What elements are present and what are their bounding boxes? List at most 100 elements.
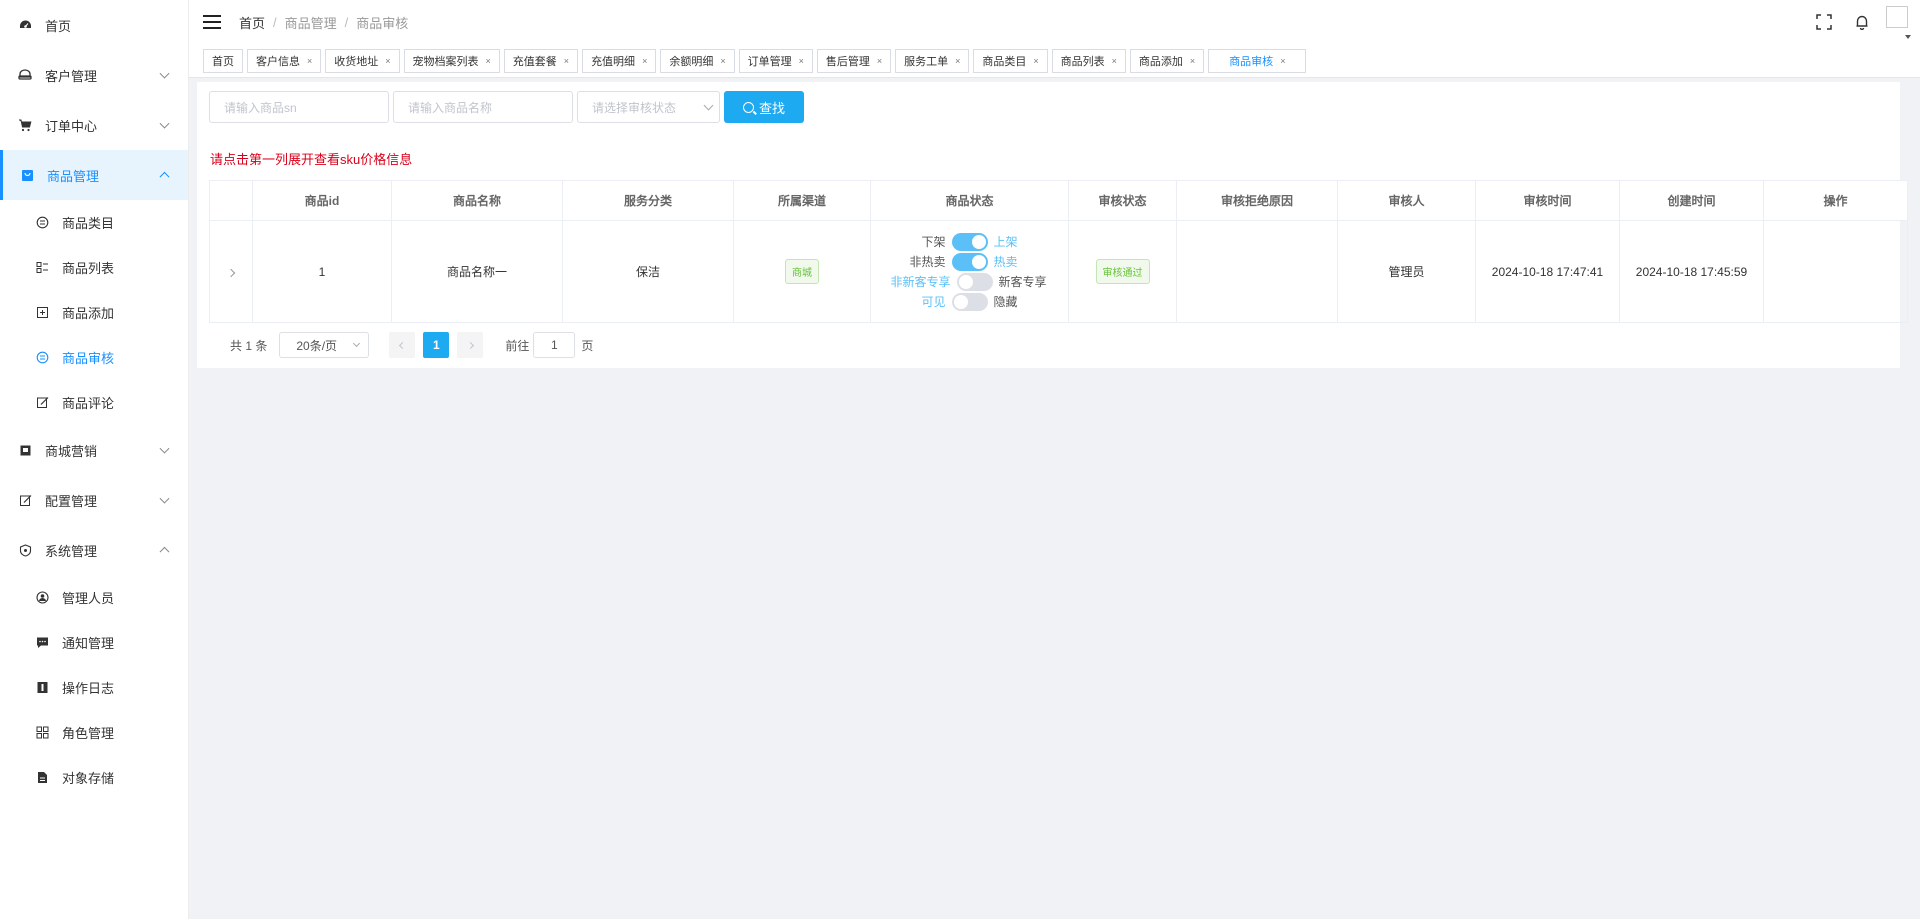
close-icon[interactable]: × [564, 56, 569, 66]
close-icon[interactable]: × [877, 56, 882, 66]
goto-page-input[interactable]: 1 [533, 332, 576, 358]
close-icon[interactable]: × [720, 56, 725, 66]
sidebar-item-marketing[interactable]: 商城营销 [0, 425, 188, 475]
tab-service-ticket[interactable]: 服务工单 × [895, 48, 970, 73]
list-icon [36, 261, 49, 274]
sidebar-item-roles[interactable]: 角色管理 [0, 710, 188, 755]
chevron-down-icon [159, 68, 170, 79]
expand-cell[interactable] [209, 220, 253, 323]
sidebar-item-products[interactable]: 商品管理 [0, 150, 188, 200]
prev-page-button[interactable] [389, 332, 416, 358]
tab-product-category[interactable]: 商品类目 × [973, 48, 1048, 73]
tab-product-audit[interactable]: 商品审核 × [1208, 48, 1307, 73]
product-icon [20, 168, 34, 182]
close-icon[interactable]: × [642, 56, 647, 66]
close-icon[interactable]: × [1033, 56, 1038, 66]
tab-order-management[interactable]: 订单管理 × [738, 48, 813, 73]
sidebar-item-label: 商品评论 [62, 396, 115, 411]
chevron-down-icon [159, 493, 170, 504]
sidebar-item-customers[interactable]: 客户管理 [0, 50, 188, 100]
sidebar-item-product-category[interactable]: 商品类目 [0, 200, 188, 245]
sidebar-item-product-audit[interactable]: 商品审核 [0, 335, 188, 380]
sidebar-item-storage[interactable]: 对象存储 [0, 755, 188, 800]
sidebar-item-admins[interactable]: 管理人员 [0, 575, 188, 620]
sidebar-item-product-review[interactable]: 商品评论 [0, 380, 188, 425]
search-button[interactable]: 查找 [724, 91, 804, 123]
audit-status-select[interactable]: 请选择审核状态 [577, 91, 724, 123]
tab-recharge-detail[interactable]: 充值明细 × [582, 48, 657, 73]
close-icon[interactable]: × [385, 56, 390, 66]
hamburger-icon[interactable] [203, 15, 221, 29]
tab-balance-detail[interactable]: 余额明细 × [660, 48, 735, 73]
header-cell: 操作 [1763, 180, 1908, 221]
tab-pet-archive[interactable]: 宠物档案列表 × [403, 48, 500, 73]
sidebar-item-label: 订单中心 [45, 118, 98, 134]
breadcrumb: 首页 / 商品管理 / 商品审核 [239, 13, 408, 32]
sidebar-item-label: 商品列表 [62, 261, 115, 276]
avatar[interactable] [1886, 6, 1911, 39]
tab-recharge-package[interactable]: 充值套餐 × [503, 48, 579, 73]
audit-icon [36, 351, 49, 364]
pagination-total: 共 1 条 [230, 338, 268, 353]
tab-label: 订单管理 [747, 55, 792, 68]
close-icon[interactable]: × [799, 56, 804, 66]
main-content: 请输入商品sn 请输入商品名称 请选择审核状态 查找 请点击第一列展开查看sku… [189, 78, 1920, 919]
sidebar-item-label: 操作日志 [62, 681, 115, 696]
tab-home[interactable]: 首页 [203, 48, 243, 73]
close-icon[interactable]: × [955, 56, 960, 66]
page-size-select[interactable]: 20条/页 [279, 332, 370, 358]
cell-name: 商品名称一 [391, 220, 563, 323]
header-expand [209, 180, 253, 221]
channel-tag: 商城 [785, 259, 819, 284]
sidebar-item-logs[interactable]: 操作日志 [0, 665, 188, 710]
sn-input[interactable]: 请输入商品sn [209, 91, 389, 123]
chevron-up-icon [159, 546, 170, 557]
close-icon[interactable]: × [486, 56, 491, 66]
tab-product-list[interactable]: 商品列表 × [1051, 48, 1126, 73]
close-icon[interactable]: × [1190, 56, 1195, 66]
dashboard-icon [18, 18, 32, 32]
sidebar-item-config[interactable]: 配置管理 [0, 475, 188, 525]
new-customer-toggle[interactable] [956, 272, 993, 291]
sidebar-item-orders[interactable]: 订单中心 [0, 100, 188, 150]
tab-address[interactable]: 收货地址 × [325, 48, 400, 73]
switch-off-label: 下架 [921, 235, 946, 249]
close-icon[interactable]: × [1112, 56, 1117, 66]
sidebar-item-system[interactable]: 系统管理 [0, 525, 188, 575]
chevron-right-icon[interactable] [226, 268, 236, 277]
breadcrumb-item[interactable]: 首页 [239, 13, 265, 32]
breadcrumb-separator: / [344, 14, 349, 30]
sidebar-item-product-add[interactable]: 商品添加 [0, 290, 188, 335]
tab-label: 商品审核 [1229, 55, 1274, 68]
tab-product-add[interactable]: 商品添加 × [1129, 48, 1205, 73]
shelf-toggle[interactable] [951, 232, 988, 251]
audit-status-select-value: 请选择审核状态 [577, 91, 720, 123]
header-cell: 商品状态 [870, 180, 1069, 221]
next-page-button[interactable] [457, 332, 484, 358]
chevron-left-icon [398, 341, 406, 349]
tab-label: 商品添加 [1138, 55, 1183, 68]
tab-label: 首页 [212, 55, 234, 68]
audit-card: 请输入商品sn 请输入商品名称 请选择审核状态 查找 请点击第一列展开查看sku… [197, 82, 1908, 368]
close-icon[interactable]: × [1280, 56, 1285, 66]
name-input[interactable]: 请输入商品名称 [393, 91, 573, 123]
cell-channel: 商城 [733, 220, 871, 323]
header-cell: 审核时间 [1475, 180, 1620, 221]
page-number-current[interactable]: 1 [423, 332, 450, 358]
hot-toggle[interactable] [951, 252, 988, 271]
tab-after-sales[interactable]: 售后管理 × [816, 48, 892, 73]
tab-customer-info[interactable]: 客户信息 × [247, 48, 322, 73]
bell-icon[interactable] [1852, 12, 1872, 32]
sidebar-item-label: 首页 [45, 18, 72, 34]
sidebar-item-product-list[interactable]: 商品列表 [0, 245, 188, 290]
sidebar-item-home[interactable]: 首页 [0, 0, 188, 50]
close-icon[interactable]: × [307, 56, 312, 66]
fullscreen-icon[interactable] [1814, 12, 1834, 32]
cell-auditor: 管理员 [1337, 220, 1476, 323]
sidebar-item-notifications[interactable]: 通知管理 [0, 620, 188, 665]
caret-down-icon [1905, 35, 1911, 39]
header-cell: 商品id [252, 180, 392, 221]
sidebar-item-label: 客户管理 [45, 68, 98, 84]
sidebar-item-label: 商品添加 [62, 306, 115, 321]
visible-toggle[interactable] [951, 292, 988, 311]
